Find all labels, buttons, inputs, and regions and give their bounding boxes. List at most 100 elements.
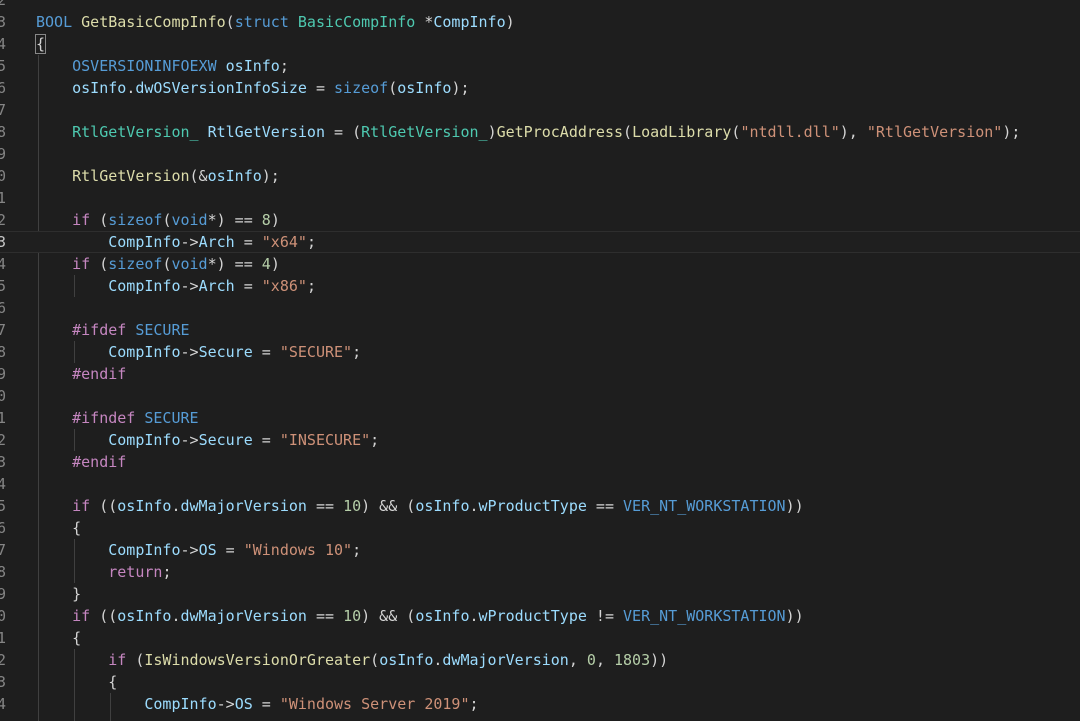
code-line[interactable]: 9 #endif	[0, 363, 1080, 385]
code-line[interactable]: 6 osInfo.dwOSVersionInfoSize = sizeof(os…	[0, 77, 1080, 99]
line-number: 5	[0, 57, 6, 75]
code-token: GetBasicCompInfo	[81, 13, 226, 31]
line-number: 0	[0, 607, 6, 625]
line-number: 1	[0, 189, 6, 207]
code-token: ;	[352, 541, 362, 559]
code-line[interactable]: 1 #ifndef SECURE	[0, 407, 1080, 429]
code-line[interactable]: 4 if (sizeof(void*) == 4)	[0, 253, 1080, 275]
code-token: 0	[586, 651, 596, 669]
line-number: 0	[0, 387, 6, 405]
code-line[interactable]: 6 {	[0, 517, 1080, 539]
code-line[interactable]: 9	[0, 143, 1080, 165]
code-token: "RtlGetVersion"	[866, 123, 1003, 141]
code-line[interactable]: 2 CompInfo->Secure = "INSECURE";	[0, 429, 1080, 451]
code-token: sizeof	[108, 255, 163, 273]
code-line[interactable]: 0 RtlGetVersion(&osInfo);	[0, 165, 1080, 187]
code-line[interactable]: 3 #endif	[0, 451, 1080, 473]
code-line[interactable]: 2 if (IsWindowsVersionOrGreater(osInfo.d…	[0, 649, 1080, 671]
code-line[interactable]: 4{	[0, 33, 1080, 55]
code-line[interactable]: 3 {	[0, 671, 1080, 693]
code-text: CompInfo->OS = "Windows 10";	[36, 539, 361, 561]
code-line[interactable]: 1	[0, 187, 1080, 209]
code-token: 10	[343, 607, 362, 625]
code-line[interactable]: 8 RtlGetVersion_ RtlGetVersion = (RtlGet…	[0, 121, 1080, 143]
code-line[interactable]: 8 CompInfo->Secure = "SECURE";	[0, 341, 1080, 363]
code-text: osInfo.dwOSVersionInfoSize = sizeof(osIn…	[36, 77, 470, 99]
code-token: ),	[839, 123, 867, 141]
code-token: CompInfo	[108, 277, 181, 295]
code-text: if (sizeof(void*) == 4)	[36, 253, 280, 275]
code-line[interactable]: 2	[0, 0, 1080, 11]
code-token: ;	[306, 233, 316, 251]
code-text: {	[36, 517, 81, 539]
code-token: );	[451, 79, 470, 97]
code-text: if (IsWindowsVersionOrGreater(osInfo.dwM…	[36, 649, 668, 671]
code-token: return	[108, 563, 163, 581]
code-token: CompInfo	[433, 13, 506, 31]
line-number: 3	[0, 233, 6, 251]
code-token: ,	[595, 651, 614, 669]
code-token: ->	[180, 233, 199, 251]
code-line[interactable]: 6	[0, 297, 1080, 319]
code-line[interactable]: 5 OSVERSIONINFOEXW osInfo;	[0, 55, 1080, 77]
code-line[interactable]: 2 if (sizeof(void*) == 8)	[0, 209, 1080, 231]
code-token: #ifdef	[72, 321, 127, 339]
code-token: osInfo	[117, 497, 172, 515]
code-token: "Windows Server 2019"	[279, 695, 470, 713]
code-token: ->	[180, 431, 199, 449]
code-line[interactable]: 5 if ((osInfo.dwMajorVersion == 10) && (…	[0, 495, 1080, 517]
line-number: 2	[0, 651, 6, 669]
code-line[interactable]: 9 }	[0, 583, 1080, 605]
code-text: #ifdef SECURE	[36, 319, 190, 341]
code-token: (	[126, 651, 145, 669]
line-number: 7	[0, 101, 6, 119]
code-token: =	[252, 431, 280, 449]
code-token: =	[234, 277, 262, 295]
code-token: if	[72, 497, 91, 515]
code-text: CompInfo->OS = "Windows Server 2019";	[36, 693, 479, 715]
code-editor[interactable]: 2 3 BOOL GetBasicCompInfo(struct BasicComp…	[0, 0, 1080, 721]
line-number: 3	[0, 673, 6, 691]
code-token: Arch	[198, 233, 235, 251]
code-line[interactable]: 1 {	[0, 627, 1080, 649]
code-token: )	[270, 255, 280, 273]
code-token: CompInfo	[108, 343, 181, 361]
code-token: SECURE	[144, 409, 199, 427]
code-token: CompInfo	[144, 695, 217, 713]
code-token: {	[36, 629, 82, 647]
code-token: ;	[306, 277, 316, 295]
code-token: osInfo	[207, 167, 262, 185]
code-text: if (sizeof(void*) == 8)	[36, 209, 280, 231]
code-text: CompInfo->Arch = "x86";	[36, 275, 316, 297]
code-line[interactable]: 0	[0, 385, 1080, 407]
code-line[interactable]: 5 CompInfo->Arch = "x86";	[0, 275, 1080, 297]
code-line[interactable]: 3 BOOL GetBasicCompInfo(struct BasicCompI…	[0, 11, 1080, 33]
code-line[interactable]: 4 CompInfo->OS = "Windows Server 2019";	[0, 693, 1080, 715]
code-text: RtlGetVersion_ RtlGetVersion = (RtlGetVe…	[36, 121, 1020, 143]
code-line[interactable]: 4	[0, 473, 1080, 495]
code-token: ->	[180, 541, 199, 559]
code-line[interactable]: 7 CompInfo->OS = "Windows 10";	[0, 539, 1080, 561]
code-token: ))	[785, 607, 804, 625]
code-token: LoadLibrary	[632, 123, 732, 141]
code-token: RtlGetVersion_	[361, 123, 488, 141]
code-line[interactable]: 7 #ifdef SECURE	[0, 319, 1080, 341]
code-token: SECURE	[135, 321, 190, 339]
code-token: CompInfo	[108, 233, 181, 251]
code-token: if	[72, 607, 91, 625]
code-line[interactable]: 7	[0, 99, 1080, 121]
code-token: ;	[469, 695, 479, 713]
code-line[interactable]: 0 if ((osInfo.dwMajorVersion == 10) && (…	[0, 605, 1080, 627]
code-line[interactable]: 3 CompInfo->Arch = "x64";	[0, 231, 1080, 253]
code-token: if	[72, 255, 91, 273]
code-token: 1803	[614, 651, 651, 669]
code-line[interactable]: 8 return;	[0, 561, 1080, 583]
code-token: osInfo	[415, 607, 470, 625]
